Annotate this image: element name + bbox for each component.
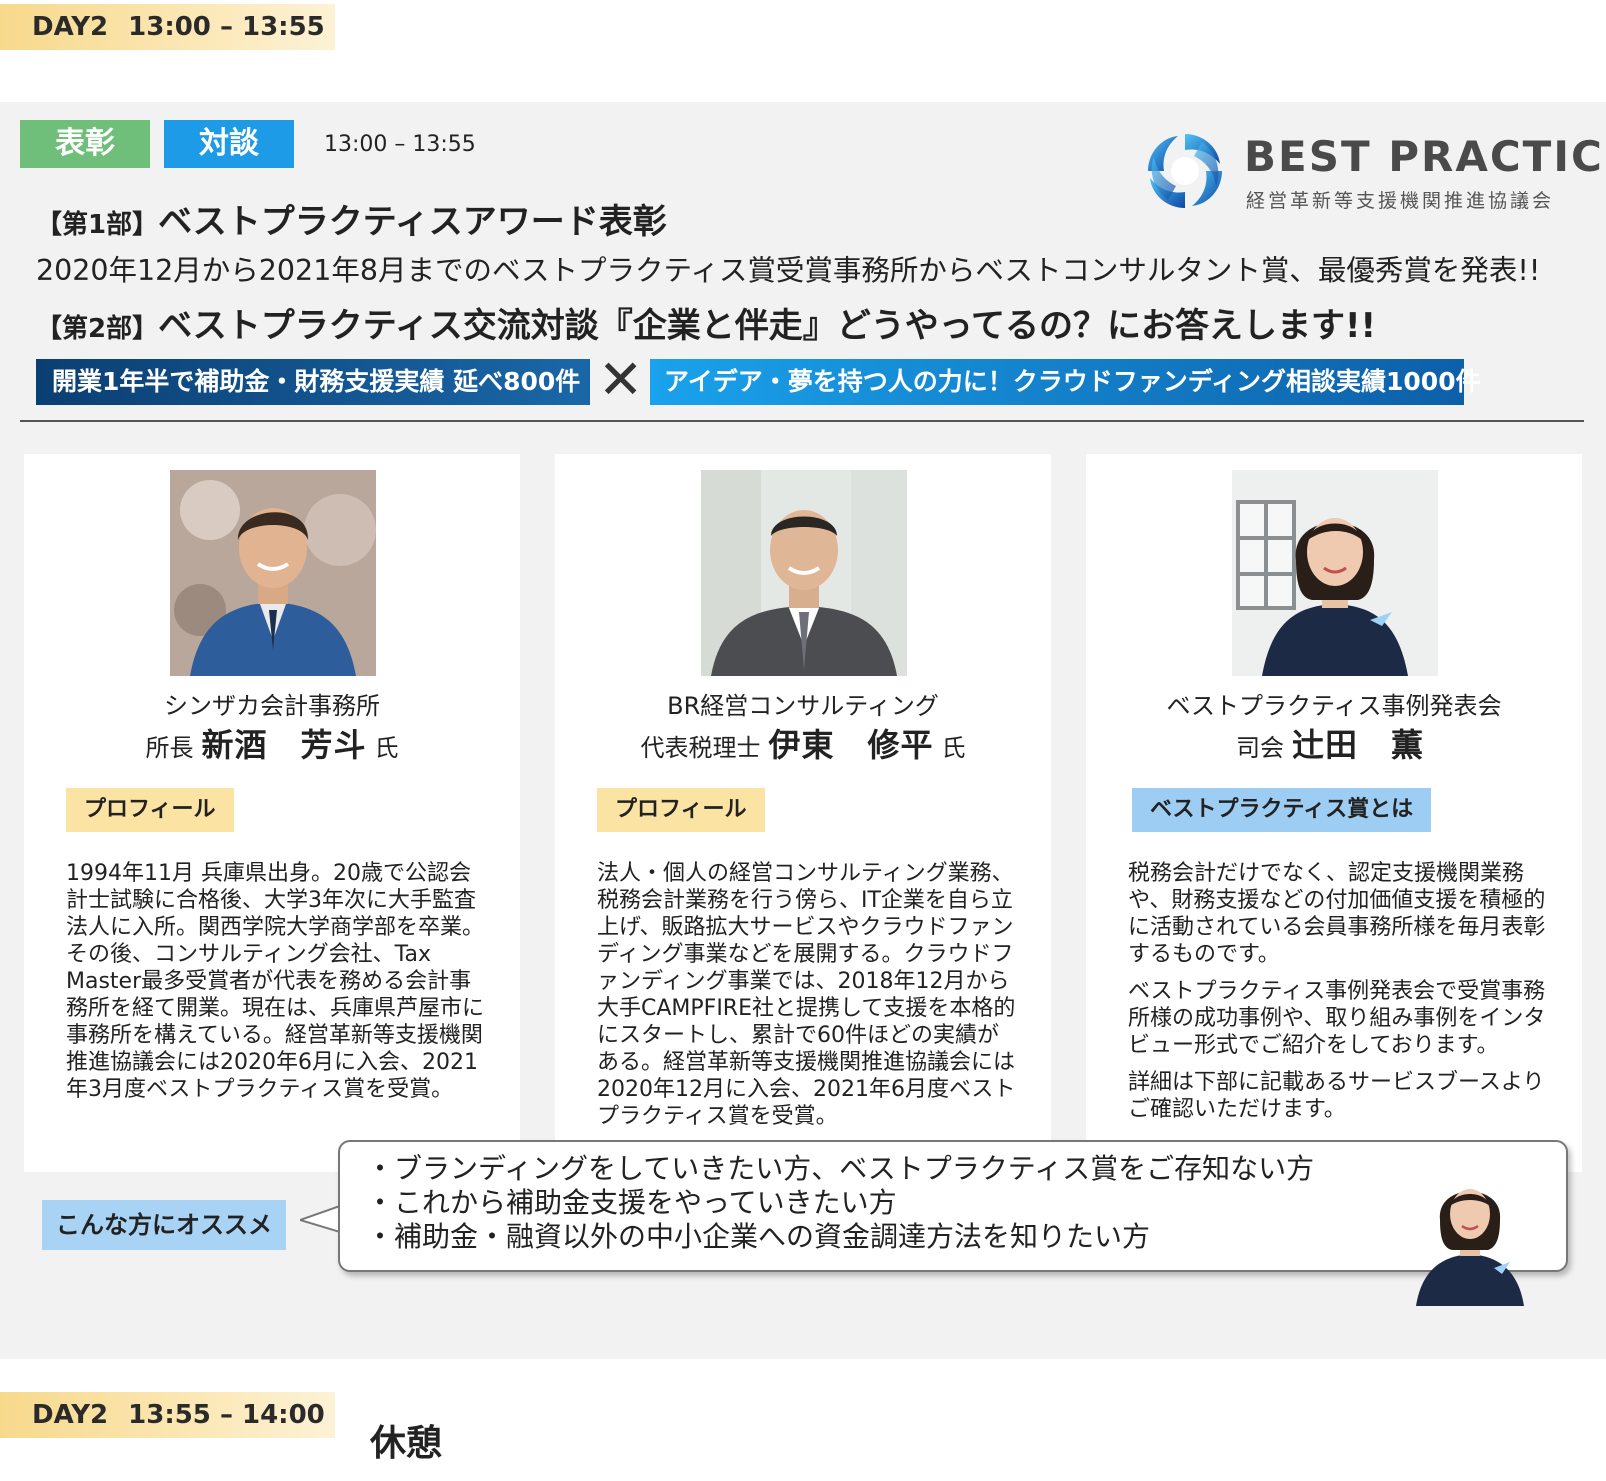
profile-text: 法人・個人の経営コンサルティング業務、税務会計業務を行う傍ら、IT企業を自ら立上… [597, 860, 1017, 1140]
recommend-item: ・ブランディングをしていきたい方、ベストプラクティス賞をご存知ない方 [366, 1152, 1315, 1185]
speaker-role: 代表税理士 [640, 734, 761, 762]
time-banner-bottom: DAY2 13:55 – 14:00 [0, 1392, 335, 1438]
speaker-card: BR経営コンサルティング 代表税理士 伊東 修平氏 プロフィール 法人・個人の経営… [555, 454, 1051, 1172]
speaker-photo [701, 470, 907, 676]
divider [20, 420, 1584, 422]
speaker-org: BR経営コンサルティング [667, 692, 939, 720]
day-label: DAY2 [32, 12, 109, 42]
part2-title: ベストプラクティス交流対談『企業と伴走』どうやってるの？にお答えします!! [158, 306, 1377, 346]
speaker-nameline: 代表税理士 伊東 修平氏 [555, 720, 1051, 766]
ribbon-right: アイデア・夢を持つ人の力に！クラウドファンディング相談実績1000件 [650, 359, 1481, 405]
part1-title: ベストプラクティスアワード表彰 [158, 202, 667, 242]
award-tag: 表彰 [20, 120, 150, 168]
host-photo [1232, 470, 1438, 676]
profile-paragraph: 1994年11月 兵庫県出身。20歳で公認会計士試験に合格後、大学3年次に大手監… [66, 861, 485, 1102]
speaker-role: 所長 [145, 734, 194, 762]
recommend-item: ・補助金・融資以外の中小企業への資金調達方法を知りたい方 [366, 1220, 1151, 1253]
logo-title: BEST PRACTICE [1244, 132, 1606, 181]
host-nameline: 司会 辻田 薫 [1086, 720, 1582, 766]
swirl-logo-icon [1148, 134, 1222, 208]
man-portrait-icon [701, 470, 907, 676]
profile-text: 1994年11月 兵庫県出身。20歳で公認会計士試験に合格後、大学3年次に大手監… [66, 860, 486, 1113]
host-card: ベストプラクティス事例発表会 司会 辻田 薫 ベストプラクティス賞とは 税務会計だ… [1086, 454, 1582, 1172]
man-portrait-icon [170, 470, 376, 676]
about-paragraph: 税務会計だけでなく、認定支援機関業務や、財務支援などの付加価値支援を積極的に活動… [1128, 861, 1546, 967]
speaker-org: シンザカ会計事務所 [164, 692, 380, 720]
part1-description: 2020年12月から2021年8月までのベストプラクティス賞受賞事務所からベスト… [36, 254, 1541, 287]
time-banner-top: DAY2 13:00 – 13:55 [0, 4, 335, 50]
session-section: 表彰 対談 13:00 – 13:55 BEST PRACTICE 経営革新等支… [0, 102, 1606, 1359]
part2-prefix: 【第2部】 [36, 314, 159, 344]
recommend-label: こんな方にオススメ [42, 1200, 286, 1250]
speaker-nameline: 所長 新酒 芳斗氏 [24, 720, 520, 766]
part2-heading: 【第2部】ベストプラクティス交流対談『企業と伴走』どうやってるの？にお答えします… [36, 298, 1376, 347]
logo-subtitle: 経営革新等支援機関推進協議会 [1246, 190, 1555, 212]
about-award-text: 税務会計だけでなく、認定支援機関業務や、財務支援などの付加価値支援を積極的に活動… [1128, 860, 1548, 1133]
session-time: 13:00 – 13:55 [324, 132, 476, 157]
woman-portrait-icon [1232, 470, 1438, 676]
talk-tag: 対談 [164, 120, 294, 168]
host-role: 司会 [1235, 734, 1284, 762]
host-name: 辻田 薫 [1291, 726, 1424, 764]
profile-label: プロフィール [66, 788, 234, 832]
profile-paragraph: 法人・個人の経営コンサルティング業務、税務会計業務を行う傍ら、IT企業を自ら立上… [597, 861, 1016, 1129]
speaker-honorific: 氏 [941, 734, 966, 762]
profile-label: プロフィール [597, 788, 765, 832]
part1-heading: 【第1部】ベストプラクティスアワード表彰 [36, 194, 667, 243]
speaker-honorific: 氏 [374, 734, 399, 762]
best-practice-logo: BEST PRACTICE 経営革新等支援機関推進協議会 [1140, 132, 1606, 214]
about-paragraph: 詳細は下部に記載あるサービスブースよりご確認いただけます。 [1128, 1070, 1545, 1122]
recommend-bubble: ・ブランディングをしていきたい方、ベストプラクティス賞をご存知ない方 ・これから… [338, 1140, 1568, 1272]
ribbon-left: 開業1年半で補助金・財務支援実績 延べ800件 [36, 359, 590, 405]
speaker-card: シンザカ会計事務所 所長 新酒 芳斗氏 プロフィール 1994年11月 兵庫県出身… [24, 454, 520, 1172]
host-thumbnail-icon [1416, 1189, 1524, 1306]
speaker-name: 新酒 芳斗 [201, 726, 367, 764]
speaker-photo [170, 470, 376, 676]
host-org: ベストプラクティス事例発表会 [1166, 692, 1502, 720]
recommend-item: ・これから補助金支援をやっていきたい方 [366, 1186, 897, 1219]
speaker-name: 伊東 修平 [768, 726, 934, 764]
time-range: 13:55 – 14:00 [128, 1400, 325, 1430]
recommend-list: ・ブランディングをしていきたい方、ベストプラクティス賞をご存知ない方 ・これから… [340, 1142, 1566, 1254]
time-range: 13:00 – 13:55 [128, 12, 325, 42]
day-label: DAY2 [32, 1400, 109, 1430]
speech-tail-icon [300, 1204, 340, 1234]
cross-icon: ✕ [598, 348, 644, 411]
about-award-label: ベストプラクティス賞とは [1132, 788, 1432, 832]
about-paragraph: ベストプラクティス事例発表会で受賞事務所様の成功事例や、取り組み事例をインタビュ… [1128, 979, 1546, 1058]
part1-prefix: 【第1部】 [36, 210, 159, 240]
break-title: 休憩 [370, 1423, 443, 1464]
